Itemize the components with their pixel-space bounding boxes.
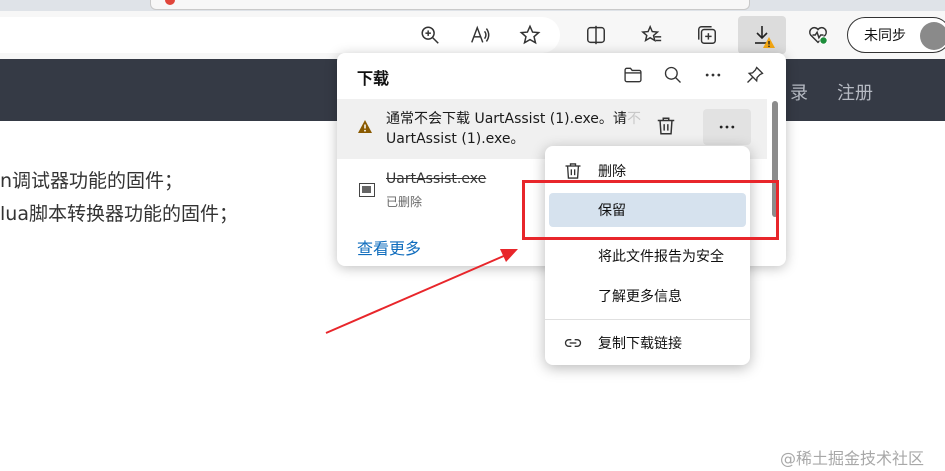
body-text-line-2: lua脚本转换器功能的固件； [0, 203, 238, 225]
split-screen-icon[interactable] [584, 23, 608, 47]
favorite-icon[interactable] [518, 23, 542, 47]
menu-item-learn-more[interactable]: 了解更多信息 [549, 279, 746, 313]
download-button[interactable] [738, 16, 786, 54]
collections-icon[interactable] [695, 23, 719, 47]
download-item-message-line1: 通常不会下载 UartAssist (1).exe。请 [386, 111, 627, 127]
open-folder-icon[interactable] [621, 63, 645, 87]
menu-item-learn-more-label: 了解更多信息 [598, 289, 682, 305]
tab-strip [0, 0, 945, 11]
pin-icon[interactable] [743, 63, 767, 87]
more-options-icon[interactable] [701, 63, 725, 87]
delete-icon [565, 163, 581, 179]
download-context-menu: 删除 保留 将此文件报告为安全 了解更多信息 复制下载链接 [545, 146, 750, 365]
downloads-title: 下载 [357, 69, 390, 88]
search-icon[interactable] [661, 63, 685, 87]
menu-item-copy-link-label: 复制下载链接 [598, 336, 682, 352]
more-options-icon [719, 125, 735, 129]
sync-status-label: 未同步 [864, 28, 906, 44]
download-item-status: 已删除 [386, 195, 423, 209]
see-more-link[interactable]: 查看更多 [357, 235, 421, 259]
annotation-highlight-box [522, 180, 779, 240]
download-item-message: 通常不会下载 UartAssist (1).exe。请不 UartAssist … [386, 109, 656, 149]
file-type-icon [359, 183, 375, 197]
nav-register-link[interactable]: 注册 [837, 79, 873, 105]
menu-item-copy-link[interactable]: 复制下载链接 [549, 326, 746, 360]
item-more-button[interactable] [703, 109, 751, 145]
download-item-filename[interactable]: UartAssist.exe [386, 171, 486, 187]
body-text-line-1: n调试器功能的固件； [0, 170, 184, 192]
watermark: @稀土掘金技术社区 [780, 449, 925, 468]
delete-icon[interactable] [655, 115, 677, 137]
browser-essentials-icon[interactable] [806, 23, 830, 47]
active-tab[interactable] [150, 0, 750, 10]
menu-item-delete-label: 删除 [598, 164, 626, 180]
avatar[interactable] [920, 22, 945, 50]
screenshot-root: 未同步 录 注册 n调试器功能的固件； lua脚本转换器功能的固件； 下载 通常… [0, 0, 945, 471]
browser-toolbar: 未同步 [0, 11, 945, 59]
warning-icon [358, 120, 372, 133]
menu-item-report-safe[interactable]: 将此文件报告为安全 [549, 239, 746, 273]
download-item-message-fade: 不 [626, 111, 641, 127]
warning-badge-icon [763, 37, 775, 48]
link-icon [564, 339, 582, 347]
favorites-icon[interactable] [640, 23, 664, 47]
menu-divider [545, 319, 750, 320]
read-aloud-icon[interactable] [468, 23, 492, 47]
menu-item-report-safe-label: 将此文件报告为安全 [598, 249, 724, 265]
zoom-icon[interactable] [418, 23, 442, 47]
nav-login-link[interactable]: 录 [790, 79, 808, 105]
